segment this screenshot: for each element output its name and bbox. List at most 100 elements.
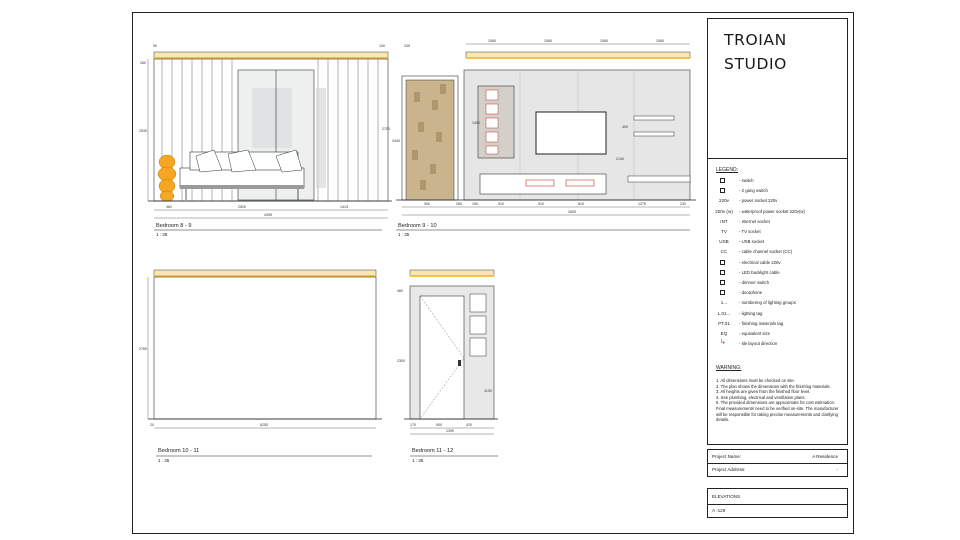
dim-v2-b5: 910 xyxy=(538,202,544,206)
legend-text: - waterproof power socket 220v(w) xyxy=(739,208,805,214)
door xyxy=(419,295,465,420)
legend-text: - LED backlight cable xyxy=(739,269,780,275)
dim-v1-b3: 1413 xyxy=(340,205,348,209)
legend-text: - electrical cable 220v xyxy=(739,259,781,265)
view-title: Bedroom 9 - 10 xyxy=(398,223,437,229)
dim-v2-top3: 1080 xyxy=(600,39,608,43)
project-address-label: Project Address: xyxy=(712,467,746,472)
dim-v2-h4: 400 xyxy=(622,125,628,129)
dim-v2-b8: 230 xyxy=(680,202,686,206)
dim-v1-left-h: 2535 xyxy=(139,129,147,133)
dim-v4-top: 460 xyxy=(397,289,403,293)
legend-row: PT.01 - finishing materials tag xyxy=(712,320,846,328)
legend-text: - finishing materials tag xyxy=(739,320,784,326)
led-strip xyxy=(410,275,494,277)
led-strip xyxy=(466,57,690,59)
legend-symbol-icon xyxy=(720,188,725,194)
legend-code: EQ xyxy=(720,331,728,336)
shadow-strip xyxy=(316,88,326,188)
dim-v2-b9: 2805 xyxy=(568,210,576,214)
dim-v2-b2: 265 xyxy=(456,202,462,206)
tv-console xyxy=(479,173,607,195)
window-glare xyxy=(252,88,292,148)
warning-notes: 1. All dimensions must be checked on sit… xyxy=(716,378,844,423)
project-info-block: Project Name: A Residence Project Addres… xyxy=(707,449,848,477)
legend-title: LEGEND: xyxy=(716,167,738,173)
dim-v2-b6: 810 xyxy=(578,202,584,206)
dim-v4-b2: 900 xyxy=(436,423,442,427)
studio-name-line2: STUDIO xyxy=(724,55,787,73)
legend-text: - equivalent size xyxy=(739,331,771,336)
project-address-value: - xyxy=(836,467,838,472)
legend-row: INT - Internet socket xyxy=(712,218,846,226)
legend-row: EQ - equivalent size xyxy=(712,330,846,338)
dim-v4-h2: 1100 xyxy=(484,389,492,393)
legend-row: TV - TV socket xyxy=(712,228,846,236)
legend-row: ↳ - tile layout direction xyxy=(712,339,846,348)
warning-line: 5. The provided dimensions are approxima… xyxy=(716,400,839,423)
legend-row: - LED backlight cable xyxy=(712,269,846,277)
legend-symbol-icon xyxy=(720,290,725,296)
view-title: Bedroom 8 - 9 xyxy=(156,223,192,229)
dim-v2-b1: 900 xyxy=(424,202,430,206)
dim-v3-bl: 20 xyxy=(150,423,154,427)
dim-v2-b7: 1275 xyxy=(638,202,646,206)
view-scale: 1 : 35 xyxy=(412,458,424,463)
dim-v4-total: 1390 xyxy=(446,429,454,433)
legend-code: 1... xyxy=(720,300,728,306)
elevation-bedroom-11-12: 460 2300 1100 170 900 420 1390 xyxy=(397,269,498,435)
legend-symbol-icon xyxy=(720,178,725,183)
warning-title: WARNING: xyxy=(716,365,742,371)
dim-v1-left-top: 260 xyxy=(140,61,146,65)
view-title: Bedroom 11 - 12 xyxy=(412,448,454,454)
low-shelf xyxy=(627,175,691,183)
elevation-bedroom-8-9: 462 2520 1413 4395 50 100 260 2535 xyxy=(139,44,392,219)
tv xyxy=(535,111,607,155)
dim-v1-total: 4395 xyxy=(264,213,272,217)
legend-row: CC - cable channel socket (CC) xyxy=(712,248,846,256)
wall-panel xyxy=(153,276,377,420)
legend-text: - TV socket xyxy=(739,229,761,234)
side-shelves xyxy=(469,293,487,357)
wall-shelf xyxy=(633,131,675,137)
dim-v1-top-l: 50 xyxy=(153,44,157,48)
legend-symbol-icon xyxy=(720,269,725,275)
project-address-row: Project Address: - xyxy=(712,464,844,476)
dim-v2-b4: 910 xyxy=(498,202,504,206)
legend-row: 220v - power socket 220v xyxy=(712,197,846,205)
legend-symbol-icon xyxy=(720,280,725,285)
elevation-bedroom-10-11: 2760 20 6255 xyxy=(139,269,382,429)
studio-logo-block: TROIAN STUDIO xyxy=(707,18,848,159)
legend-text: - dimmer switch xyxy=(739,280,770,285)
sheet-title: ELEVATIONS xyxy=(712,494,741,499)
legend-text: - numbering of lighting groups xyxy=(739,300,796,306)
legend-row: - dimmer switch xyxy=(712,279,846,287)
dim-v1-top-r: 100 xyxy=(379,44,385,48)
dim-v2-top2: 1080 xyxy=(544,39,552,43)
legend-code: INT xyxy=(720,218,728,224)
dim-v3-total: 6255 xyxy=(260,423,268,427)
legend-text: - lighting tag xyxy=(739,310,763,316)
tile-direction-arrow-icon: ↳ xyxy=(720,339,726,347)
legend-row: - switch xyxy=(712,177,846,185)
view-scale: 1 : 35 xyxy=(158,458,170,463)
legend-text: - power socket 220v xyxy=(739,198,778,204)
dim-v2-b10: 2140 xyxy=(616,157,624,161)
wall-shelf xyxy=(633,115,675,121)
legend-code: 220v xyxy=(719,198,729,204)
legend-row: USB - USB socket xyxy=(712,238,846,246)
legend-text: - cable channel socket (CC) xyxy=(739,249,793,255)
orange-vase xyxy=(157,154,177,202)
dim-v2-b3: 150 xyxy=(472,202,478,206)
view-scale: 1 : 35 xyxy=(156,232,168,237)
dim-v2-h1: 2440 xyxy=(392,139,400,143)
sofa-base xyxy=(180,185,304,189)
dim-v4-b1: 170 xyxy=(410,423,416,427)
dim-v1-b1: 462 xyxy=(166,205,172,209)
dim-v4-b3: 420 xyxy=(466,423,472,427)
legend-row: - 2 gang switch xyxy=(712,187,846,195)
legend-row: - doorphone xyxy=(712,289,846,297)
legend-code: 220v (w) xyxy=(715,208,733,214)
elevation-bedroom-9-10: 335 1080 1080 1080 1080 2440 2700 1450 4… xyxy=(382,39,696,216)
legend-block: LEGEND: - switch - 2 gang switch 220v - pow… xyxy=(707,159,848,445)
